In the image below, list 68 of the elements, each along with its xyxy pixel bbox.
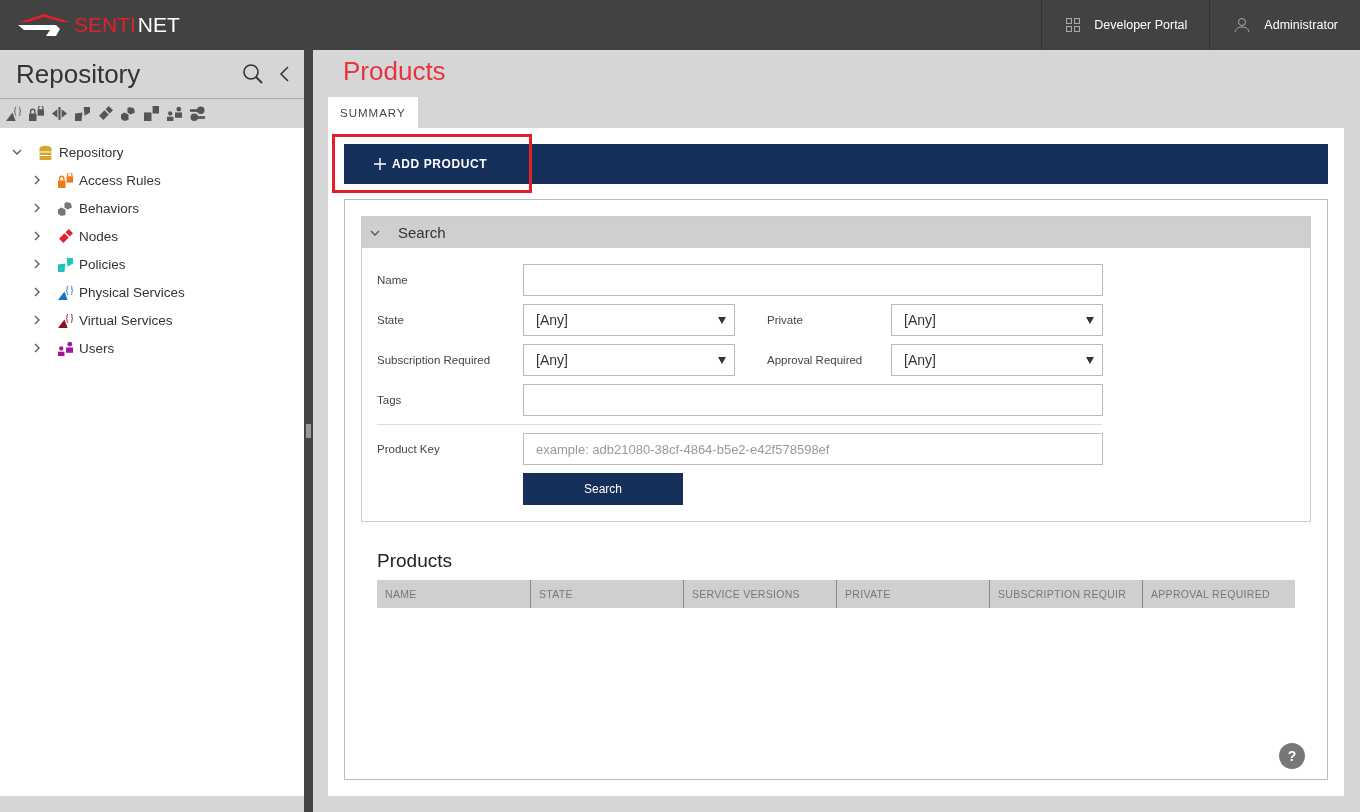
database-icon	[38, 144, 53, 160]
tree-item[interactable]: Policies	[79, 256, 126, 272]
triangle-braces-icon	[58, 312, 73, 328]
field-label: Tags	[377, 394, 403, 406]
chevron-right-icon[interactable]	[32, 175, 42, 185]
input-field[interactable]: example: adb21080-38cf-4864-b5e2-e42f578598ef	[523, 433, 1103, 465]
filter-triangle-braces-icon[interactable]	[6, 106, 21, 121]
chevron-right-icon[interactable]	[32, 343, 42, 353]
dropdown-caret-icon	[1086, 316, 1094, 324]
section-title: Products	[377, 550, 453, 572]
help-button[interactable]: ?	[1279, 743, 1305, 769]
user-menu[interactable]: Administrator	[1209, 0, 1360, 50]
tree-item[interactable]: Physical Services	[79, 284, 185, 300]
triangle-braces-icon	[58, 284, 73, 300]
collapse-icon[interactable]	[278, 65, 290, 83]
user-icon	[1234, 17, 1251, 33]
tree-item[interactable]: Users	[79, 340, 115, 356]
filter-shapes-icon[interactable]	[75, 106, 90, 121]
input-field[interactable]	[523, 264, 1103, 296]
dropdown-caret-icon	[718, 356, 726, 364]
select-field[interactable]: [Any]	[891, 304, 1103, 336]
padlock-icon	[58, 172, 73, 188]
field-label: Name	[377, 274, 409, 286]
diamond-icon	[58, 228, 73, 244]
hexagon-icon	[58, 200, 73, 216]
filter-padlock-icon[interactable]	[29, 106, 44, 121]
search-icon[interactable]	[242, 63, 264, 85]
portal-link[interactable]: Developer Portal	[1041, 0, 1210, 50]
grid-icon	[1066, 18, 1081, 32]
tree-item[interactable]: Nodes	[79, 228, 119, 244]
logo-text: NET	[137, 13, 180, 37]
logo-text: SENTI	[74, 13, 136, 37]
select-field[interactable]: [Any]	[891, 344, 1103, 376]
filter-squares-icon[interactable]	[144, 106, 159, 121]
filter-users-icon[interactable]	[167, 106, 182, 121]
search-button[interactable]: Search	[523, 473, 683, 505]
filter-diamond-icon[interactable]	[98, 106, 113, 121]
field-label: Product Key	[377, 443, 441, 455]
field-label: Subscription Required	[377, 354, 492, 366]
field-label: Approval Required	[767, 354, 864, 366]
select-field[interactable]: [Any]	[523, 344, 735, 376]
users-icon	[58, 340, 73, 356]
tree-item[interactable]: Access Rules	[79, 172, 161, 188]
tree-item[interactable]: Virtual Services	[79, 312, 173, 328]
search-panel-header[interactable]: Search	[362, 217, 1310, 248]
select-field[interactable]: [Any]	[523, 304, 735, 336]
tree-item[interactable]: Behaviors	[79, 200, 140, 216]
chevron-right-icon[interactable]	[32, 315, 42, 325]
field-label: Private	[767, 314, 804, 326]
chevron-down-icon[interactable]	[12, 147, 22, 157]
chevron-right-icon[interactable]	[32, 287, 42, 297]
field-label: State	[377, 314, 405, 326]
sidebar-title: Repository	[16, 58, 142, 90]
tab[interactable]: SUMMARY	[328, 97, 418, 128]
dropdown-caret-icon	[718, 316, 726, 324]
plus-icon	[374, 158, 386, 170]
tree-item[interactable]: Repository	[59, 144, 124, 160]
chevron-right-icon[interactable]	[32, 203, 42, 213]
filter-arrows-icon[interactable]	[52, 106, 67, 121]
filter-key-icon[interactable]	[190, 106, 205, 121]
input-field[interactable]	[523, 384, 1103, 416]
filter-hexagon-icon[interactable]	[121, 106, 136, 121]
shapes-icon	[58, 256, 73, 272]
page-title: Products	[343, 56, 447, 88]
chevron-right-icon[interactable]	[32, 259, 42, 269]
chevron-right-icon[interactable]	[32, 231, 42, 241]
add-product-button[interactable]: ADD PRODUCT	[344, 144, 518, 184]
dropdown-caret-icon	[1086, 356, 1094, 364]
